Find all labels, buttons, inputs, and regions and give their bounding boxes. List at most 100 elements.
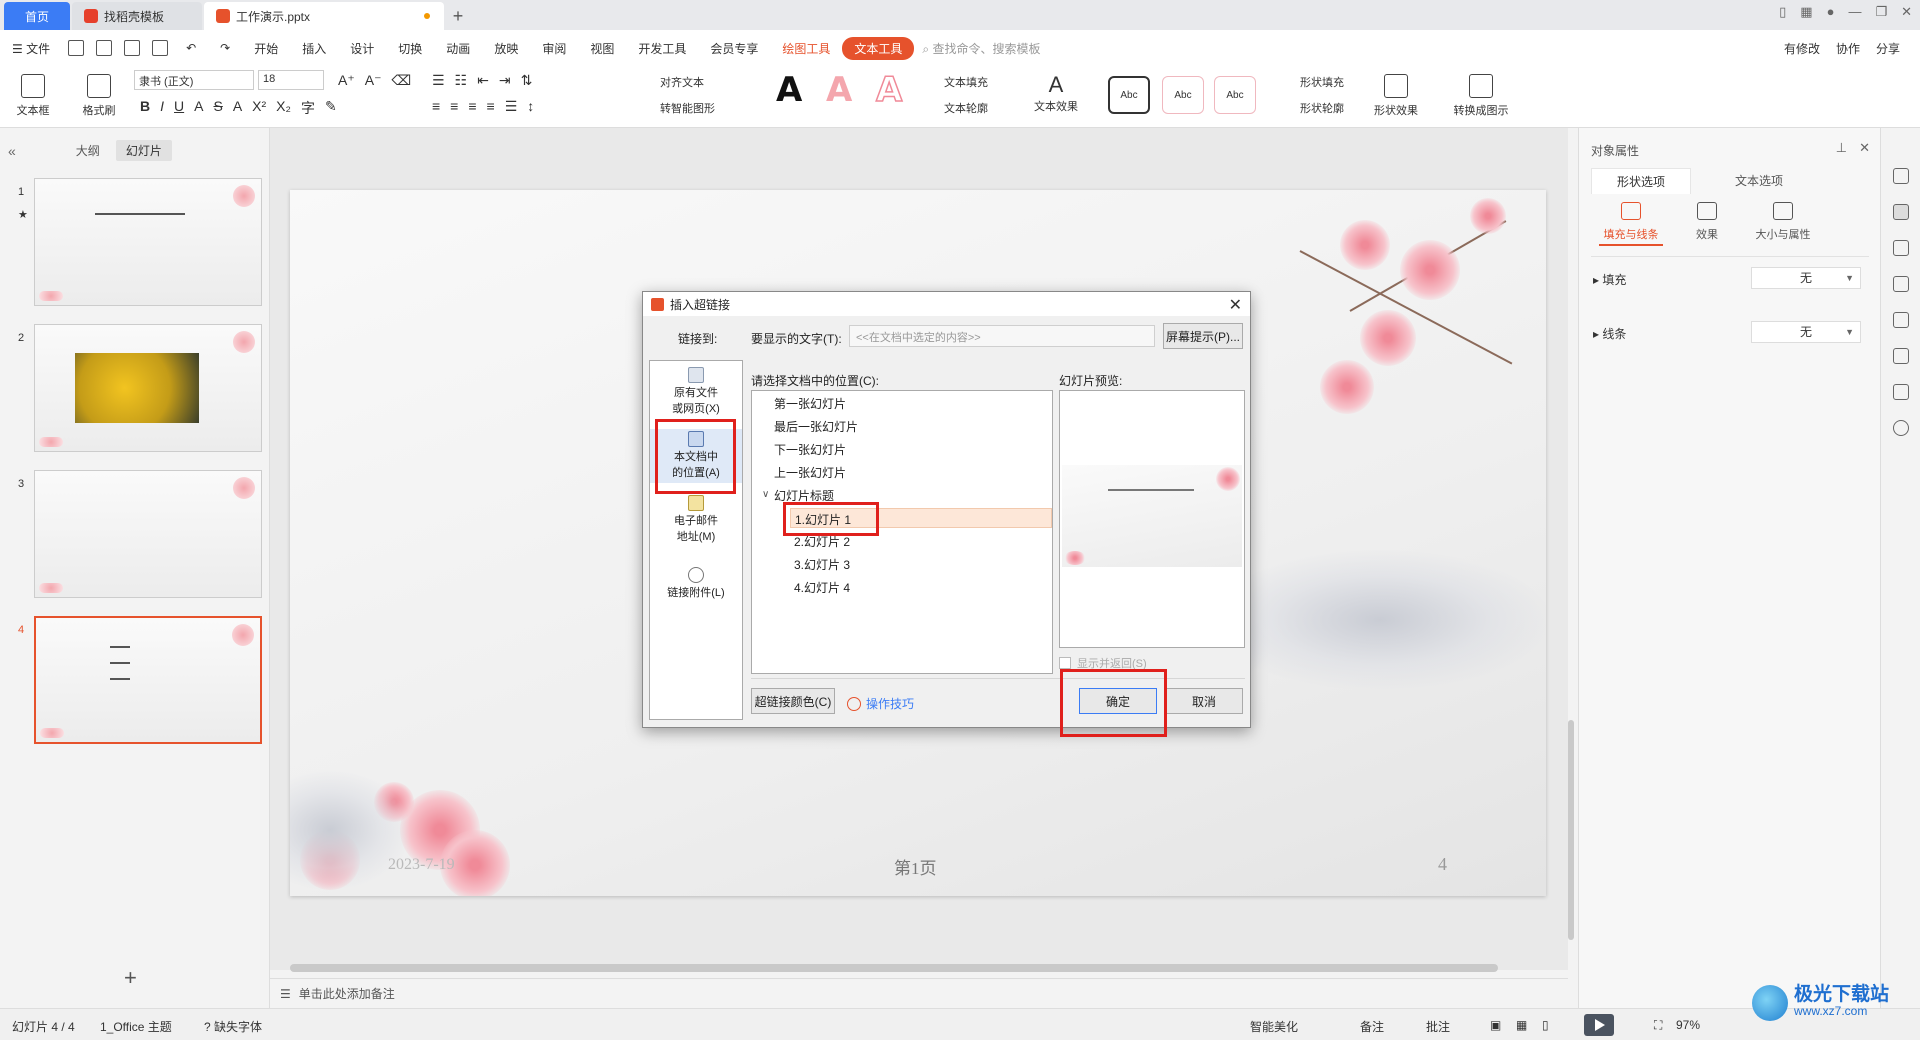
menu-transition[interactable]: 切换 — [386, 40, 434, 57]
slide-thumbnail-3[interactable] — [34, 470, 262, 598]
image-icon[interactable] — [1893, 312, 1909, 328]
menu-animation[interactable]: 动画 — [434, 40, 482, 57]
clear-format-icon[interactable]: ⌫ — [391, 72, 411, 89]
collaborate-button[interactable]: 协作 — [1836, 40, 1860, 57]
close-panel-icon[interactable]: ✕ — [1859, 140, 1870, 156]
zoom-level[interactable]: 97% — [1676, 1018, 1700, 1032]
menu-review[interactable]: 审阅 — [530, 40, 578, 57]
panel-title[interactable]: 对象属性 — [1591, 142, 1639, 159]
tab-home[interactable]: 首页 — [4, 2, 70, 30]
missing-font-button[interactable]: ? 缺失字体 — [204, 1018, 262, 1035]
apps-icon[interactable]: ▦ — [1800, 4, 1812, 20]
link-attachment[interactable]: 链接附件(L) — [650, 567, 742, 601]
undo-icon[interactable]: ↶ — [174, 41, 208, 55]
menu-drawing-tools[interactable]: 绘图工具 — [770, 40, 842, 57]
shrink-font-icon[interactable]: A⁻ — [365, 72, 382, 89]
shadow-text-icon[interactable]: A — [194, 98, 203, 118]
textbox-button[interactable]: 文本框 — [8, 70, 58, 118]
screentip-button[interactable]: 屏幕提示(P)... — [1163, 323, 1243, 349]
tab-outline[interactable]: 大纲 — [76, 142, 100, 159]
menu-view[interactable]: 视图 — [578, 40, 626, 57]
tree-last-slide[interactable]: 最后一张幻灯片 — [774, 418, 858, 435]
menu-insert[interactable]: 插入 — [290, 40, 338, 57]
dialog-close-icon[interactable]: ✕ — [1229, 295, 1242, 315]
link-color-button[interactable]: 超链接颜色(C) — [751, 688, 835, 714]
strikethrough-icon[interactable]: S — [213, 98, 222, 118]
menu-slideshow[interactable]: 放映 — [482, 40, 530, 57]
smartart-button[interactable]: 转智能图形 — [660, 100, 715, 116]
wordart-style-pink[interactable]: A — [826, 70, 852, 110]
tree-first-slide[interactable]: 第一张幻灯片 — [774, 395, 846, 412]
fill-section-toggle[interactable]: ▸ 填充 — [1593, 271, 1626, 288]
subscript-icon[interactable]: X₂ — [276, 98, 291, 118]
notes-toggle[interactable]: 备注 — [1360, 1018, 1384, 1035]
text-fill-button[interactable]: 文本填充 — [944, 74, 988, 90]
wordart-style-outline[interactable]: A — [875, 69, 903, 111]
shape-style-pink-2[interactable]: Abc — [1214, 76, 1256, 114]
phonetic-icon[interactable]: 字 — [301, 98, 315, 118]
wordart-style-black[interactable]: A — [776, 70, 802, 110]
rocket-icon[interactable] — [1893, 168, 1909, 184]
shape-style-dark[interactable]: Abc — [1108, 76, 1150, 114]
tab-shape-options[interactable]: 形状选项 — [1591, 168, 1691, 194]
theme-name[interactable]: 1_Office 主题 — [100, 1018, 172, 1035]
format-painter-button[interactable]: 格式刷 — [74, 70, 124, 118]
line-select[interactable]: 无 ▼ — [1751, 321, 1861, 343]
superscript-icon[interactable]: X² — [252, 98, 266, 118]
fill-select[interactable]: 无 ▼ — [1751, 267, 1861, 289]
preview-icon[interactable] — [152, 40, 169, 56]
text-outline-button[interactable]: 文本轮廓 — [944, 100, 988, 116]
cancel-button[interactable]: 取消 — [1165, 688, 1243, 714]
reading-view-icon[interactable]: ▯ — [1542, 1018, 1549, 1032]
comments-toggle[interactable]: 批注 — [1426, 1018, 1450, 1035]
vertical-scroll-thumb[interactable] — [1568, 720, 1574, 940]
link-existing-file[interactable]: 原有文件 或网页(X) — [650, 367, 742, 417]
collapse-panel-icon[interactable]: « — [8, 143, 16, 159]
tree-previous-slide[interactable]: 上一张幻灯片 — [774, 464, 846, 481]
increase-indent-icon[interactable]: ⇥ — [499, 72, 511, 89]
new-tab-button[interactable]: + — [444, 2, 472, 30]
close-icon[interactable]: ✕ — [1901, 4, 1912, 20]
text-effect-button[interactable]: A 文本效果 — [1028, 70, 1084, 114]
redo-icon[interactable]: ↷ — [208, 41, 242, 55]
file-menu[interactable]: ☰ 文件 — [0, 40, 62, 57]
menu-developer[interactable]: 开发工具 — [626, 40, 698, 57]
line-spacing-icon[interactable]: ↕ — [527, 98, 534, 115]
vertical-scrollbar[interactable] — [1566, 140, 1576, 960]
link-email[interactable]: 电子邮件 地址(M) — [650, 495, 742, 545]
menu-text-tools[interactable]: 文本工具 — [842, 36, 915, 60]
shape-fill-button[interactable]: 形状填充 — [1300, 74, 1344, 90]
horizontal-scroll-thumb[interactable] — [290, 964, 1498, 972]
pin-tool-icon[interactable] — [1893, 240, 1909, 256]
save-icon[interactable] — [68, 40, 85, 56]
command-search[interactable]: ⌕ 查找命令、搜索模板 — [922, 40, 1040, 57]
book-icon[interactable] — [1893, 384, 1909, 400]
tree-slide-3[interactable]: 3.幻灯片 3 — [794, 556, 850, 573]
subtab-effects[interactable]: 效果 — [1667, 202, 1747, 242]
location-icon[interactable] — [1893, 348, 1909, 364]
copy-icon[interactable] — [1893, 276, 1909, 292]
bold-icon[interactable]: B — [140, 98, 150, 118]
play-slideshow-button[interactable] — [1584, 1014, 1614, 1036]
slide-thumbnail-1[interactable] — [34, 178, 262, 306]
align-left-icon[interactable]: ≡ — [432, 98, 440, 115]
avatar[interactable]: ● — [1827, 4, 1835, 20]
subtab-fill-line[interactable]: 填充与线条 — [1591, 202, 1671, 242]
shape-style-pink[interactable]: Abc — [1162, 76, 1204, 114]
tree-expand-icon[interactable]: ∨ — [762, 489, 769, 500]
bullet-list-icon[interactable]: ☰ — [432, 72, 445, 89]
underline-icon[interactable]: U — [174, 98, 184, 118]
align-center-icon[interactable]: ≡ — [450, 98, 458, 115]
print-icon[interactable] — [124, 40, 141, 56]
grow-font-icon[interactable]: A⁺ — [338, 72, 355, 89]
help-icon[interactable] — [1893, 420, 1909, 436]
menu-start[interactable]: 开始 — [242, 40, 290, 57]
slide-thumbnail-4[interactable] — [34, 616, 262, 744]
changes-button[interactable]: 有修改 — [1784, 40, 1820, 57]
text-direction-icon[interactable]: ⇅ — [521, 72, 533, 89]
fit-icon[interactable]: ⛶ — [1654, 1018, 1662, 1033]
display-text-input[interactable]: <<在文档中选定的内容>> — [849, 325, 1155, 347]
sorter-view-icon[interactable]: ▦ — [1516, 1018, 1527, 1032]
help-link[interactable]: 操作技巧 — [847, 695, 914, 712]
minimize-icon[interactable]: — — [1848, 4, 1861, 20]
